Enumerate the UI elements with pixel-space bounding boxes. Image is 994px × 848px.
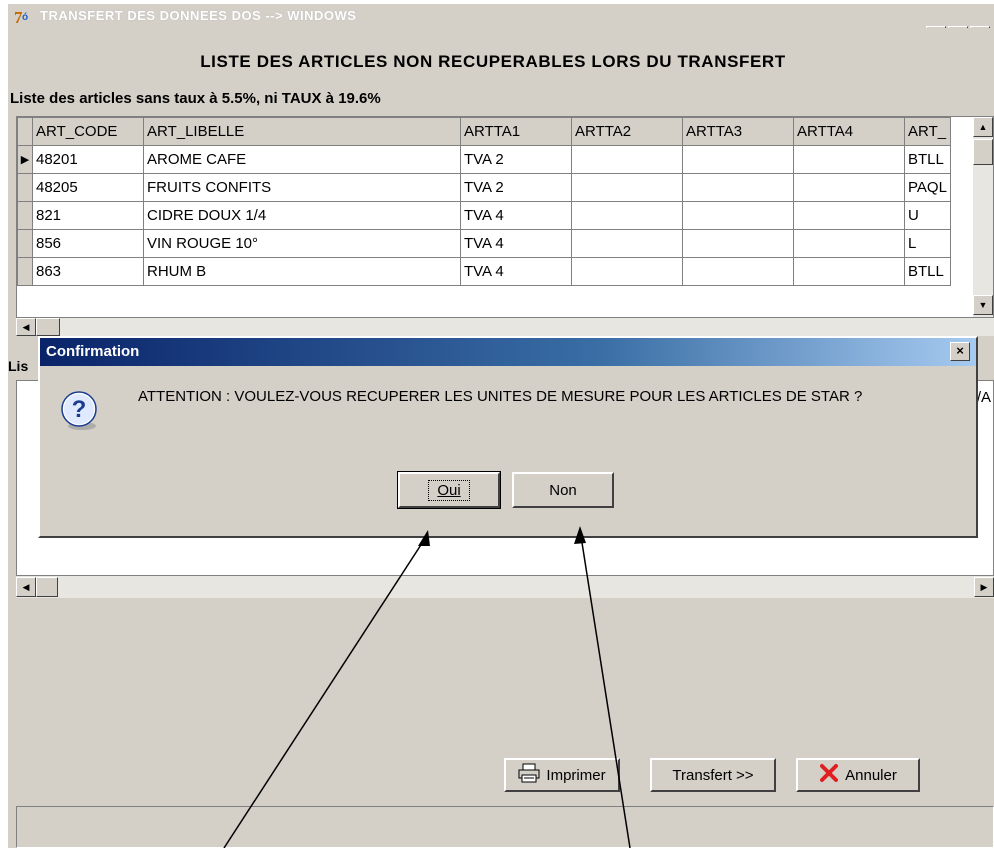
cell[interactable] xyxy=(682,229,794,258)
articles-grid[interactable]: ART_CODE ART_LIBELLE ARTTA1 ARTTA2 ARTTA… xyxy=(16,116,994,318)
column-header[interactable]: ART_LIBELLE xyxy=(143,117,461,146)
print-button[interactable]: Imprimer xyxy=(504,758,620,792)
grid2-partial-column: /A xyxy=(976,389,991,406)
cell[interactable] xyxy=(571,229,683,258)
scroll-left-icon[interactable]: ◀ xyxy=(16,318,36,336)
cell[interactable] xyxy=(682,201,794,230)
cell[interactable] xyxy=(793,229,905,258)
cell[interactable]: 48205 xyxy=(32,173,144,202)
column-header[interactable]: ARTTA1 xyxy=(460,117,572,146)
table-row[interactable]: ▶ 48201 AROME CAFE TVA 2 BTLL xyxy=(17,145,951,174)
row-indicator xyxy=(17,257,33,286)
window-title: TRANSFERT DES DONNEES DOS --> WINDOWS xyxy=(40,8,357,23)
cell[interactable]: 863 xyxy=(32,257,144,286)
cell[interactable] xyxy=(682,257,794,286)
scroll-up-icon[interactable]: ▲ xyxy=(973,117,993,137)
no-button[interactable]: Non xyxy=(512,472,614,508)
cell[interactable]: VIN ROUGE 10° xyxy=(143,229,461,258)
svg-text:?: ? xyxy=(72,396,87,423)
scroll-thumb[interactable] xyxy=(36,318,60,336)
column-header[interactable]: ARTTA2 xyxy=(571,117,683,146)
table-row[interactable]: 863 RHUM B TVA 4 BTLL xyxy=(17,257,951,286)
row-indicator-header xyxy=(17,117,33,146)
cell[interactable]: TVA 4 xyxy=(460,229,572,258)
cell[interactable]: TVA 4 xyxy=(460,257,572,286)
cancel-button-label: Annuler xyxy=(845,766,897,784)
yes-button-text: Oui xyxy=(437,481,461,499)
table-row[interactable]: 48205 FRUITS CONFITS TVA 2 PAQL xyxy=(17,173,951,202)
yes-button[interactable]: Oui xyxy=(397,471,501,509)
dialog-message: ATTENTION : VOULEZ-VOUS RECUPERER LES UN… xyxy=(138,388,863,405)
grid1-vertical-scrollbar[interactable]: ▲ ▼ xyxy=(973,117,993,317)
transfer-button-label: Transfert >> xyxy=(672,766,754,784)
grid2-horizontal-scrollbar[interactable]: ◀ ▶ xyxy=(16,576,994,598)
grid1-caption: Liste des articles sans taux à 5.5%, ni … xyxy=(10,90,381,107)
cell[interactable]: L xyxy=(904,229,951,258)
cell[interactable]: 48201 xyxy=(32,145,144,174)
yes-button-label: Oui xyxy=(428,479,470,501)
cell[interactable] xyxy=(682,145,794,174)
cell[interactable]: 856 xyxy=(32,229,144,258)
cell[interactable]: TVA 4 xyxy=(460,201,572,230)
column-header[interactable]: ARTTA3 xyxy=(682,117,794,146)
page-title: LISTE DES ARTICLES NON RECUPERABLES LORS… xyxy=(200,52,786,71)
cell[interactable]: U xyxy=(904,201,951,230)
row-indicator xyxy=(17,201,33,230)
cell[interactable] xyxy=(571,145,683,174)
close-icon[interactable]: × xyxy=(950,342,970,361)
cell[interactable]: 821 xyxy=(32,201,144,230)
no-button-label: Non xyxy=(549,481,577,499)
svg-text:ó: ó xyxy=(22,12,28,23)
cell[interactable] xyxy=(793,173,905,202)
cell[interactable] xyxy=(793,201,905,230)
scroll-thumb[interactable] xyxy=(973,139,993,165)
scroll-down-icon[interactable]: ▼ xyxy=(973,295,993,315)
confirmation-dialog[interactable]: Confirmation × ? ATTENTION : VOULEZ-VOUS… xyxy=(38,336,978,538)
dialog-titlebar[interactable]: Confirmation × xyxy=(40,338,976,366)
articles-table: ART_CODE ART_LIBELLE ARTTA1 ARTTA2 ARTTA… xyxy=(17,117,951,286)
cancel-button[interactable]: Annuler xyxy=(796,758,920,792)
cell[interactable]: BTLL xyxy=(904,145,951,174)
table-header-row: ART_CODE ART_LIBELLE ARTTA1 ARTTA2 ARTTA… xyxy=(17,117,951,146)
table-row[interactable]: 856 VIN ROUGE 10° TVA 4 L xyxy=(17,229,951,258)
question-icon: ? xyxy=(61,391,97,430)
print-button-label: Imprimer xyxy=(546,766,606,784)
grid2-caption: Lis xyxy=(8,358,29,374)
scroll-right-icon[interactable]: ▶ xyxy=(974,577,994,597)
cell[interactable]: RHUM B xyxy=(143,257,461,286)
column-header[interactable]: ART_CODE xyxy=(32,117,144,146)
table-row[interactable]: 821 CIDRE DOUX 1/4 TVA 4 U xyxy=(17,201,951,230)
cell[interactable]: AROME CAFE xyxy=(143,145,461,174)
row-indicator xyxy=(17,173,33,202)
scroll-thumb[interactable] xyxy=(36,577,58,597)
cell[interactable]: TVA 2 xyxy=(460,173,572,202)
status-bar xyxy=(16,806,994,848)
window-titlebar[interactable]: 7 ó TRANSFERT DES DONNEES DOS --> WINDOW… xyxy=(8,4,994,28)
cell[interactable] xyxy=(793,145,905,174)
cell[interactable]: TVA 2 xyxy=(460,145,572,174)
cell[interactable]: FRUITS CONFITS xyxy=(143,173,461,202)
grid1-horizontal-scrollbar[interactable]: ◀ xyxy=(16,318,994,336)
cell[interactable]: CIDRE DOUX 1/4 xyxy=(143,201,461,230)
dialog-title: Confirmation xyxy=(46,343,140,360)
red-x-icon xyxy=(819,763,839,787)
cell[interactable] xyxy=(571,201,683,230)
app-icon: 7 ó xyxy=(14,8,28,26)
cell[interactable] xyxy=(793,257,905,286)
row-indicator xyxy=(17,229,33,258)
cell[interactable]: BTLL xyxy=(904,257,951,286)
column-header[interactable]: ARTTA4 xyxy=(793,117,905,146)
column-header[interactable]: ART_ xyxy=(904,117,951,146)
current-row-indicator: ▶ xyxy=(17,145,33,174)
cell[interactable] xyxy=(571,173,683,202)
printer-icon xyxy=(518,763,540,787)
scroll-left-icon[interactable]: ◀ xyxy=(16,577,36,597)
cell[interactable]: PAQL xyxy=(904,173,951,202)
cell[interactable] xyxy=(571,257,683,286)
transfer-button[interactable]: Transfert >> xyxy=(650,758,776,792)
cell[interactable] xyxy=(682,173,794,202)
